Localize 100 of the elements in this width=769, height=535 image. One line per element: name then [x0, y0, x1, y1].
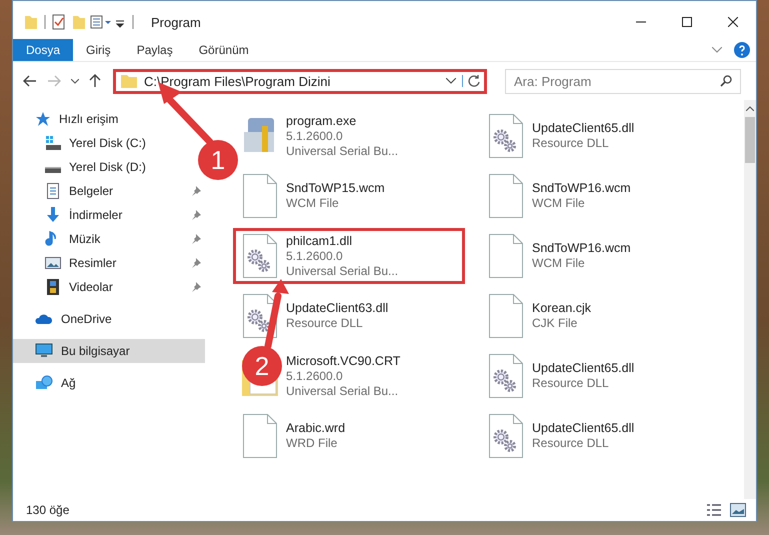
file-name: Arabic.wrd — [286, 421, 346, 436]
file-name: program.exe — [286, 114, 358, 128]
file-name: UpdateClient65.dll — [532, 361, 634, 376]
file-detail: WRD File — [286, 436, 338, 451]
details-view-icon[interactable] — [706, 503, 722, 517]
sidebar-item[interactable]: İndirmeler — [13, 203, 205, 227]
film-icon — [45, 279, 61, 295]
gear-file-icon — [486, 114, 526, 158]
sidebar-label: Resimler — [69, 256, 116, 270]
file-name: UpdateClient65.dll — [532, 121, 634, 136]
maximize-icon — [682, 17, 692, 27]
blank-file-icon — [240, 414, 280, 458]
sidebar-label: Yerel Disk (C:) — [69, 136, 146, 150]
scrollbar[interactable] — [744, 100, 756, 499]
gear-file-icon — [486, 354, 526, 398]
pin-icon[interactable] — [191, 210, 201, 220]
pictures-icon — [45, 255, 61, 271]
file-detail: Resource DLL — [532, 436, 610, 451]
ribbon-tab[interactable]: Giriş — [73, 39, 124, 61]
blank-file-icon — [486, 234, 526, 278]
ribbon-tab[interactable]: Paylaş — [124, 39, 186, 61]
file-detail: Resource DLL — [286, 316, 364, 331]
sidebar-item[interactable]: Videolar — [13, 275, 205, 299]
sidebar-item[interactable]: Müzik — [13, 227, 205, 251]
ribbon-tab[interactable]: Dosya — [13, 39, 74, 61]
file-name: UpdateClient65.dll — [532, 421, 634, 436]
file-name: SndToWP16.wcm — [532, 181, 631, 196]
network-icon — [35, 375, 53, 391]
back-icon[interactable] — [23, 75, 37, 87]
large-icons-view-icon[interactable] — [730, 503, 746, 517]
sidebar-label: Müzik — [69, 232, 100, 246]
ribbon-tab[interactable]: Görünüm — [186, 39, 262, 61]
pin-icon[interactable] — [191, 186, 201, 196]
blank-file-icon — [240, 174, 280, 218]
refresh-icon[interactable] — [462, 75, 480, 87]
file-name: UpdateClient63.dll — [286, 301, 388, 316]
computer-icon — [35, 343, 53, 359]
file-detail: WCM File — [532, 196, 586, 211]
chevron-icon[interactable] — [712, 47, 722, 53]
up-icon[interactable] — [89, 74, 101, 88]
sidebar-item[interactable]: Bu bilgisayar — [13, 339, 205, 363]
file-detail: Resource DLL — [532, 136, 610, 151]
search-icon — [720, 74, 732, 86]
sidebar-item[interactable]: OneDrive — [13, 307, 116, 331]
pin-icon[interactable] — [191, 258, 201, 268]
file-detail: Universal Serial Bu... — [286, 264, 398, 278]
folder-icon — [120, 73, 138, 89]
highlighted-file-item[interactable]: philcam1.dll 5.1.2600.0 Universal Serial Bu... — [233, 228, 465, 284]
download-icon — [45, 207, 61, 223]
drive-icon — [45, 167, 61, 173]
file-detail: Universal Serial Bu... — [286, 144, 398, 158]
sidebar-item[interactable]: Resimler — [13, 251, 205, 275]
window-title: Program — [151, 14, 201, 30]
file-name: SndToWP15.wcm — [286, 181, 385, 196]
document-icon — [45, 183, 61, 199]
gear-file-icon — [240, 234, 280, 278]
file-name: SndToWP16.wcm — [532, 241, 631, 256]
sidebar-label: Hızlı erişim — [59, 112, 118, 126]
pin-icon[interactable] — [191, 282, 201, 292]
file-detail: 5.1.2600.0 — [286, 128, 344, 144]
file-detail: CJK File — [532, 316, 578, 331]
file-detail: 5.1.2600.0 — [286, 368, 344, 384]
forward-icon[interactable] — [47, 75, 61, 87]
file-name: Microsoft.VC90.CRT — [286, 354, 400, 368]
blank-file-icon — [486, 294, 526, 338]
recent-locations-icon[interactable] — [71, 78, 79, 84]
address-field[interactable]: C:\Program Files\Program Dizini — [113, 68, 487, 94]
item-count: 130 öğe — [26, 503, 70, 517]
sidebar-item[interactable]: Ağ — [13, 371, 80, 395]
scrollbar-thumb[interactable] — [745, 117, 755, 163]
help-icon[interactable] — [734, 42, 750, 58]
gear-file-icon — [486, 414, 526, 458]
sidebar-item[interactable]: Belgeler — [13, 179, 205, 203]
file-detail: WCM File — [532, 256, 586, 271]
close-icon — [728, 17, 738, 27]
file-detail: 5.1.2600.0 — [286, 248, 344, 264]
pin-icon[interactable] — [191, 234, 201, 244]
file-detail: Resource DLL — [532, 376, 610, 391]
dropdown-icon[interactable] — [446, 78, 456, 84]
sidebar-label: Videolar — [69, 280, 113, 294]
search-field[interactable]: Ara: Program — [505, 68, 741, 94]
blank-file-icon — [486, 174, 526, 218]
sidebar-label: İndirmeler — [69, 208, 122, 222]
drive-icon — [45, 135, 61, 151]
sidebar-label: Yerel Disk (D:) — [69, 160, 146, 174]
sidebar-item[interactable]: Yerel Disk (C:) — [13, 131, 150, 155]
sidebar-label: Belgeler — [69, 184, 114, 198]
sidebar-label: Bu bilgisayar — [61, 344, 130, 358]
file-detail: WCM File — [286, 196, 340, 211]
file-detail: Universal Serial Bu... — [286, 384, 400, 398]
sidebar-label: Ağ — [61, 376, 76, 390]
file-name: Korean.cjk — [532, 301, 592, 316]
scroll-up-icon[interactable] — [746, 106, 754, 111]
sidebar-label: OneDrive — [61, 312, 112, 326]
cloud-icon — [35, 312, 53, 326]
file-name: philcam1.dll — [286, 234, 354, 248]
annotation-arrow — [264, 279, 289, 350]
sidebar-item[interactable]: Hızlı erişim — [13, 107, 122, 131]
sidebar-item[interactable]: Yerel Disk (D:) — [13, 155, 150, 179]
star-icon — [35, 111, 51, 127]
